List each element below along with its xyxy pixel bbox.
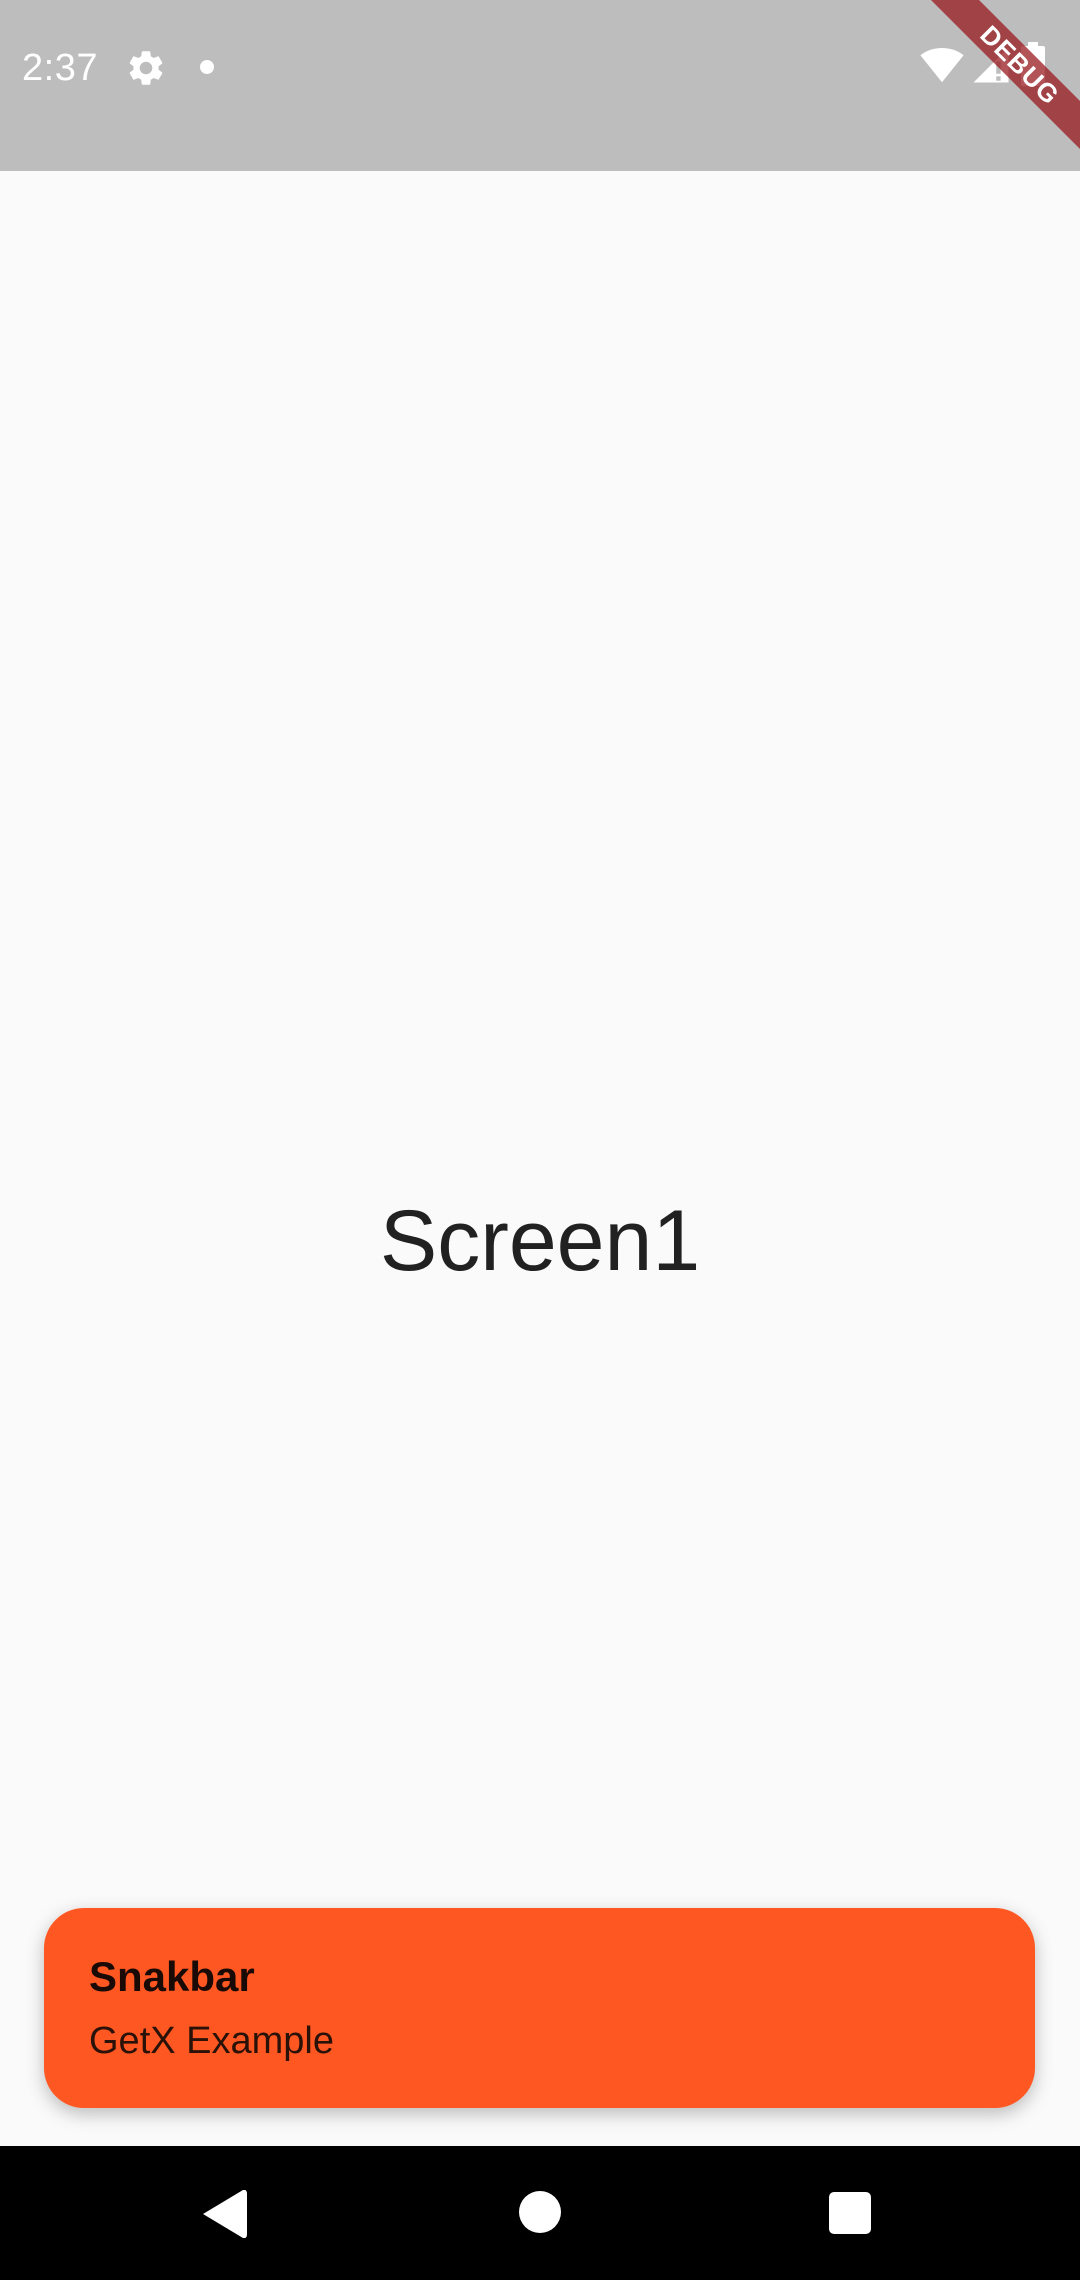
- status-icons-group: [920, 40, 1080, 90]
- page-title: Screen1: [379, 1193, 701, 1289]
- settings-gear-icon: [129, 51, 163, 85]
- notification-dot-icon: [200, 60, 214, 74]
- main-content: Screen1: [0, 171, 1080, 2146]
- snackbar[interactable]: Snakbar GetX Example: [44, 1908, 1035, 2108]
- wifi-icon: [920, 48, 964, 83]
- snackbar-title: Snakbar: [89, 1953, 255, 2000]
- back-icon[interactable]: [203, 2190, 247, 2238]
- navigation-bar: [0, 2146, 1080, 2280]
- home-icon[interactable]: [519, 2191, 561, 2233]
- status-bar: 2:37: [0, 0, 1080, 171]
- recents-icon[interactable]: [829, 2192, 871, 2234]
- snackbar-message: GetX Example: [89, 2020, 334, 2062]
- battery-icon: [1021, 42, 1045, 86]
- status-time: 2:37: [22, 47, 98, 89]
- signal-icon: [973, 47, 1009, 83]
